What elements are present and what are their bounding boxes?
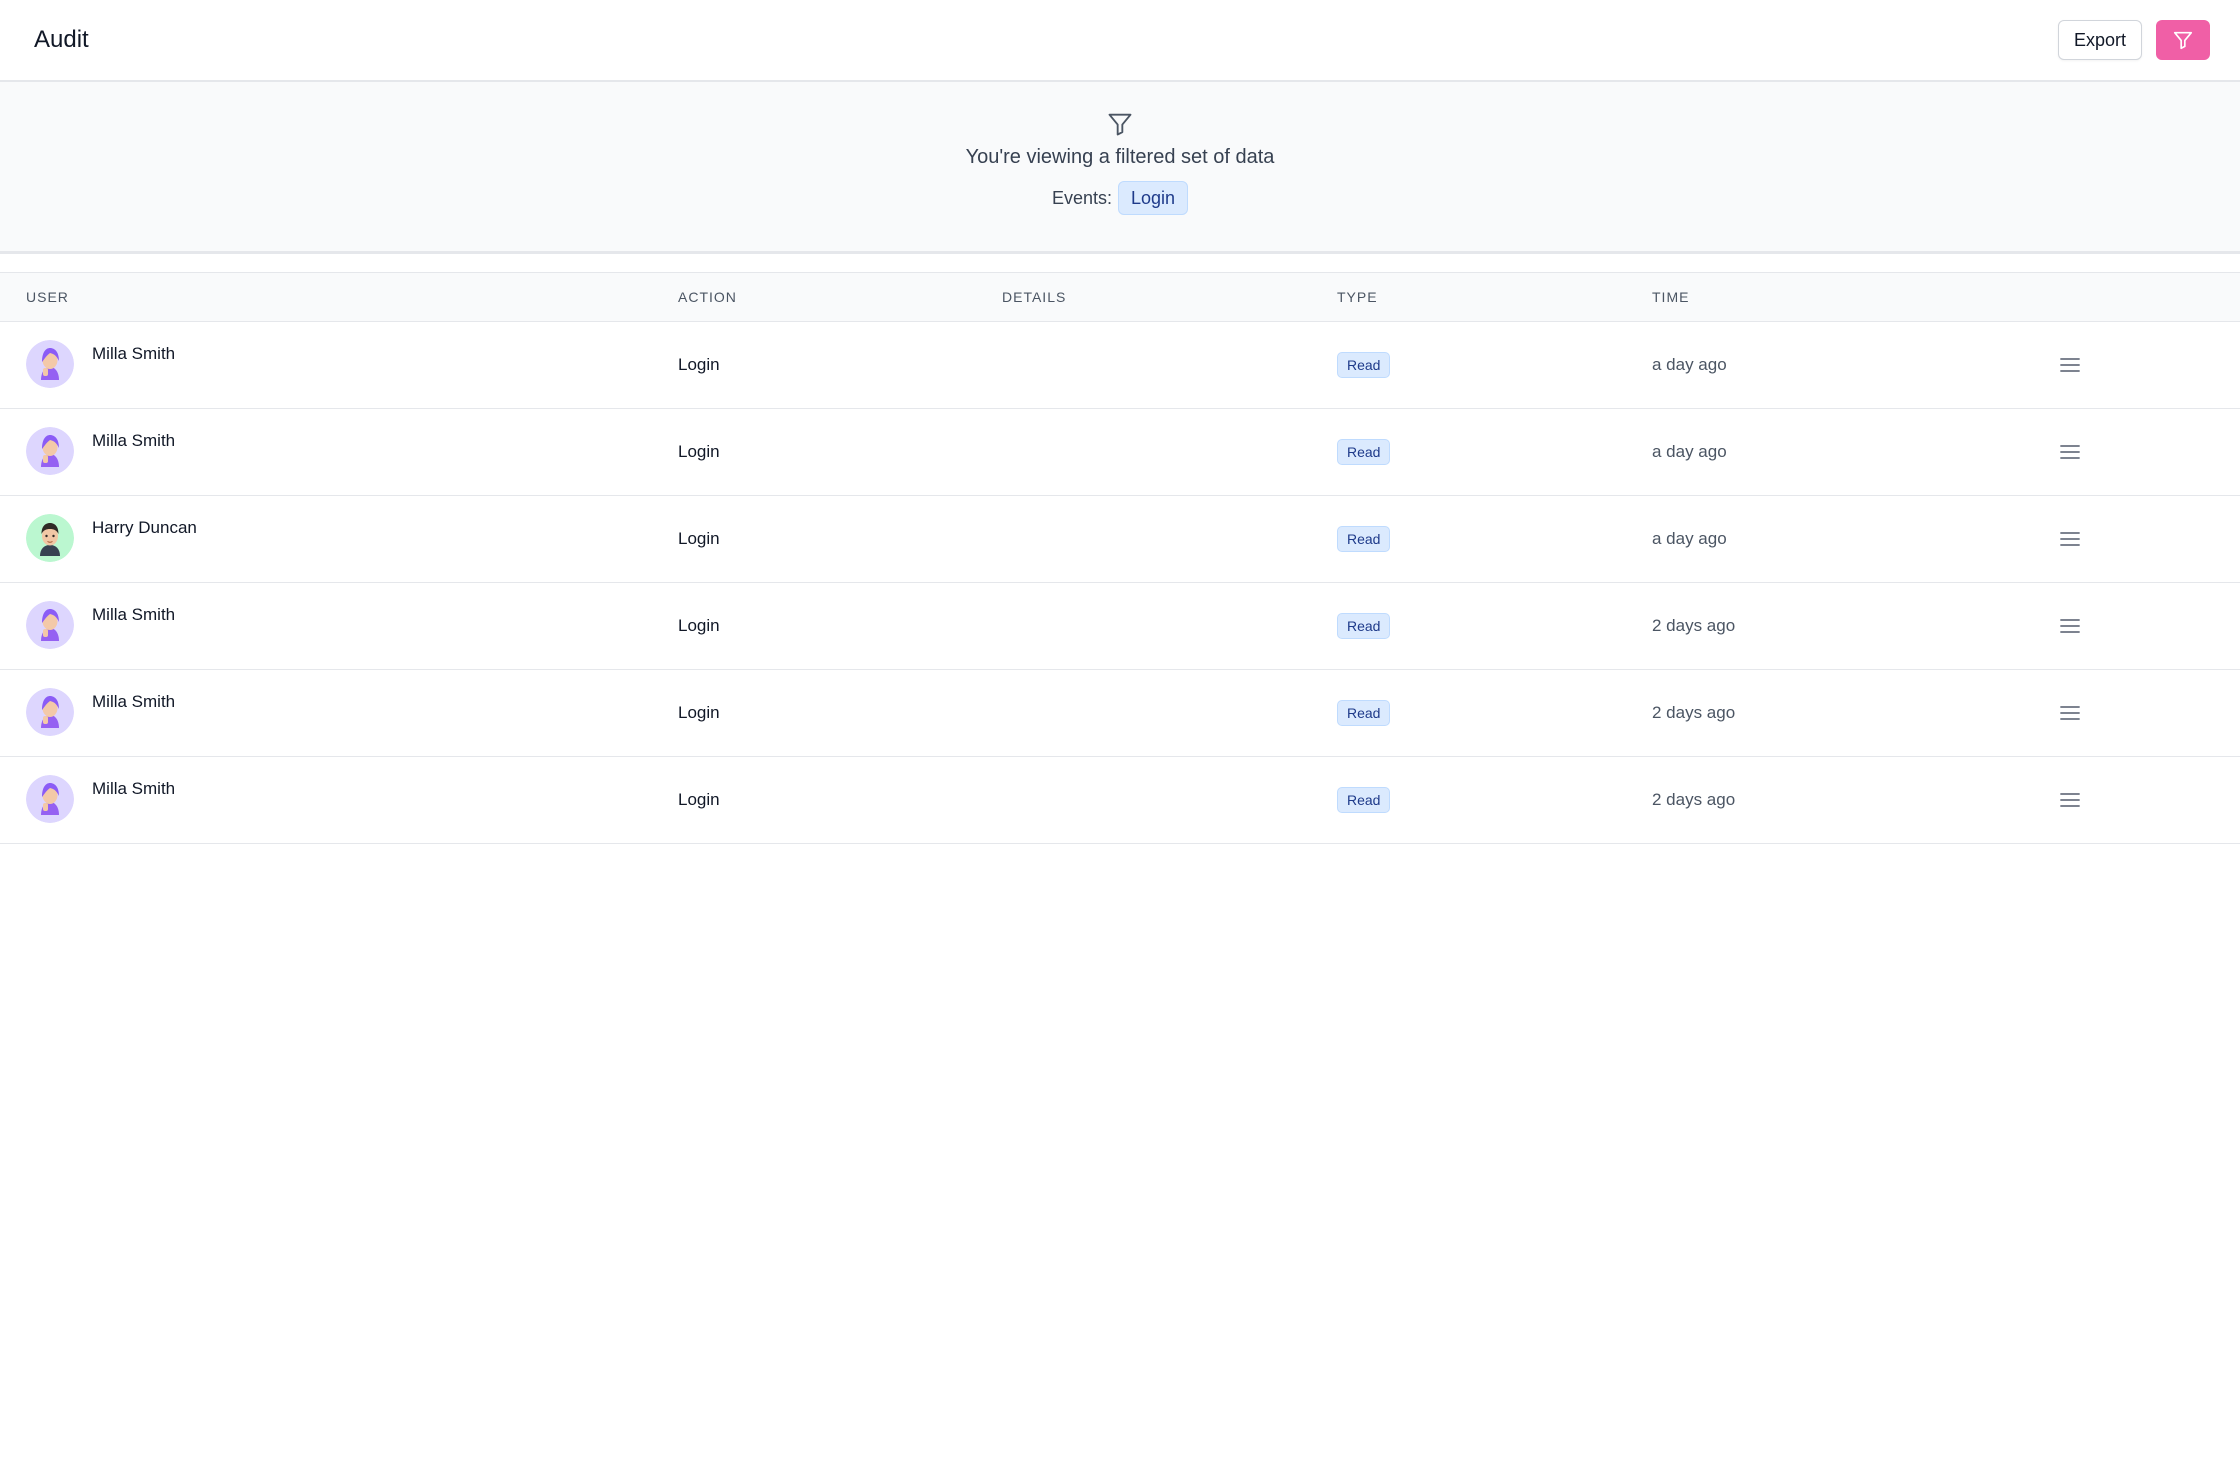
action-cell: Login — [678, 529, 1002, 549]
table-header: USER ACTION DETAILS TYPE TIME — [0, 272, 2240, 322]
audit-table: USER ACTION DETAILS TYPE TIME Milla Smit… — [0, 272, 2240, 844]
time-text: a day ago — [1652, 529, 1727, 548]
column-header-details[interactable]: DETAILS — [1002, 289, 1337, 305]
column-header-type[interactable]: TYPE — [1337, 289, 1652, 305]
menu-cell — [2052, 790, 2240, 810]
action-text: Login — [678, 616, 720, 635]
action-text: Login — [678, 790, 720, 809]
time-text: a day ago — [1652, 442, 1727, 461]
column-header-action[interactable]: ACTION — [678, 289, 1002, 305]
milla-avatar — [26, 688, 74, 736]
filter-icon — [1108, 113, 1132, 136]
type-cell: Read — [1337, 439, 1652, 465]
top-bar: Audit Export — [0, 0, 2240, 82]
page-title: Audit — [34, 26, 89, 53]
action-cell: Login — [678, 442, 1002, 462]
milla-avatar-icon — [26, 340, 74, 388]
hamburger-menu-icon[interactable] — [2058, 790, 2082, 810]
time-text: a day ago — [1652, 355, 1727, 374]
action-text: Login — [678, 529, 720, 548]
user-name: Milla Smith — [92, 779, 176, 798]
milla-avatar — [26, 427, 74, 475]
time-cell: 2 days ago — [1652, 790, 2052, 810]
hamburger-menu-icon[interactable] — [2058, 703, 2082, 723]
type-cell: Read — [1337, 700, 1652, 726]
user-name: Milla Smith — [92, 605, 176, 624]
type-badge: Read — [1337, 613, 1391, 639]
table-body: Milla Smith Login Read a day ago Milla S… — [0, 322, 2240, 844]
user-cell: Milla Smith — [0, 670, 678, 756]
column-header-user[interactable]: USER — [0, 289, 678, 305]
filter-key-label: Events: — [1051, 187, 1112, 208]
time-cell: a day ago — [1652, 529, 2052, 549]
harry-avatar — [26, 514, 74, 562]
menu-cell — [2052, 703, 2240, 723]
menu-cell — [2052, 616, 2240, 636]
export-button[interactable]: Export — [2057, 20, 2142, 60]
time-text: 2 days ago — [1652, 616, 1736, 635]
table-row[interactable]: Milla Smith Login Read a day ago — [0, 409, 2240, 496]
milla-avatar-icon — [26, 427, 74, 475]
harry-avatar-icon — [26, 514, 74, 562]
hamburger-menu-icon[interactable] — [2058, 529, 2082, 549]
milla-avatar — [26, 601, 74, 649]
table-row[interactable]: Milla Smith Login Read 2 days ago — [0, 583, 2240, 670]
user-name: Milla Smith — [92, 692, 176, 711]
milla-avatar-icon — [26, 688, 74, 736]
time-cell: 2 days ago — [1652, 703, 2052, 723]
type-badge: Read — [1337, 352, 1391, 378]
action-text: Login — [678, 703, 720, 722]
action-text: Login — [678, 442, 720, 461]
user-cell: Milla Smith — [0, 322, 678, 408]
user-cell: Milla Smith — [0, 583, 678, 669]
menu-cell — [2052, 442, 2240, 462]
milla-avatar-icon — [26, 775, 74, 823]
time-cell: a day ago — [1652, 355, 2052, 375]
type-cell: Read — [1337, 352, 1652, 378]
action-cell: Login — [678, 703, 1002, 723]
time-text: 2 days ago — [1652, 703, 1736, 722]
type-badge: Read — [1337, 787, 1391, 813]
active-filters: Events: Login — [1051, 181, 1189, 215]
milla-avatar — [26, 775, 74, 823]
column-header-time[interactable]: TIME — [1652, 289, 2052, 305]
menu-cell — [2052, 355, 2240, 375]
milla-avatar-icon — [26, 601, 74, 649]
time-cell: a day ago — [1652, 442, 2052, 462]
user-name: Milla Smith — [92, 344, 176, 363]
type-badge: Read — [1337, 700, 1391, 726]
action-cell: Login — [678, 355, 1002, 375]
action-text: Login — [678, 355, 720, 374]
type-badge: Read — [1337, 439, 1391, 465]
hamburger-menu-icon[interactable] — [2058, 442, 2082, 462]
filter-banner-message: You're viewing a filtered set of data — [965, 146, 1275, 168]
time-text: 2 days ago — [1652, 790, 1736, 809]
table-row[interactable]: Milla Smith Login Read 2 days ago — [0, 757, 2240, 844]
user-cell: Milla Smith — [0, 409, 678, 495]
time-cell: 2 days ago — [1652, 616, 2052, 636]
filter-icon — [2173, 31, 2193, 50]
milla-avatar — [26, 340, 74, 388]
user-cell: Harry Duncan — [0, 496, 678, 582]
user-cell: Milla Smith — [0, 757, 678, 843]
filter-button[interactable] — [2156, 20, 2210, 60]
type-cell: Read — [1337, 787, 1652, 813]
menu-cell — [2052, 529, 2240, 549]
filter-chip-events[interactable]: Login — [1117, 181, 1189, 215]
type-badge: Read — [1337, 526, 1391, 552]
action-cell: Login — [678, 616, 1002, 636]
header-actions: Export — [2057, 20, 2210, 60]
table-row[interactable]: Harry Duncan Login Read a day ago — [0, 496, 2240, 583]
type-cell: Read — [1337, 526, 1652, 552]
table-row[interactable]: Milla Smith Login Read 2 days ago — [0, 670, 2240, 757]
table-row[interactable]: Milla Smith Login Read a day ago — [0, 322, 2240, 409]
user-name: Milla Smith — [92, 431, 176, 450]
user-name: Harry Duncan — [92, 518, 197, 537]
hamburger-menu-icon[interactable] — [2058, 355, 2082, 375]
hamburger-menu-icon[interactable] — [2058, 616, 2082, 636]
action-cell: Login — [678, 790, 1002, 810]
type-cell: Read — [1337, 613, 1652, 639]
filter-banner: You're viewing a filtered set of data Ev… — [0, 82, 2240, 254]
